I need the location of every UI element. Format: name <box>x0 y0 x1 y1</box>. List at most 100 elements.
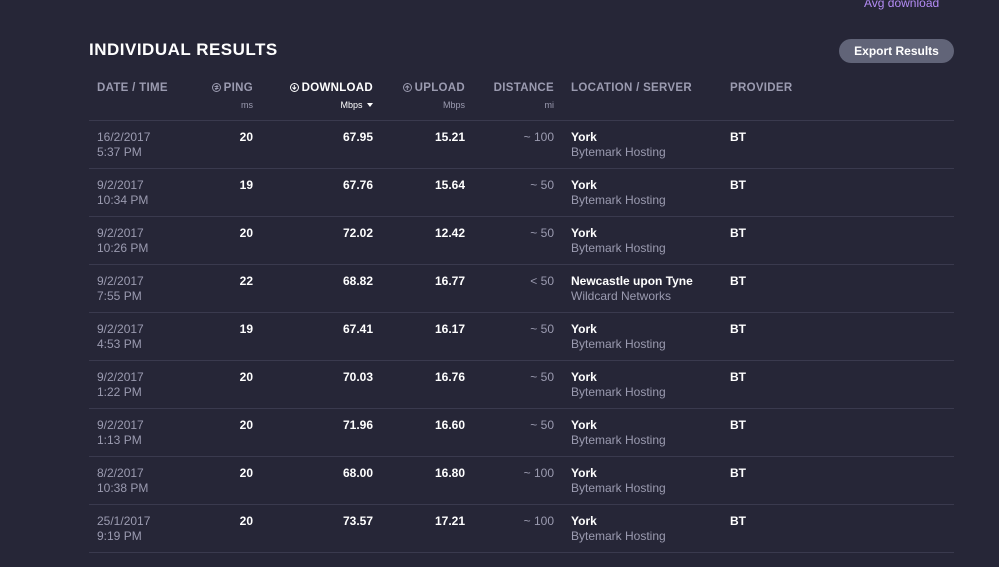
server-host: Bytemark Hosting <box>571 145 666 159</box>
results-table: DATE / TIME PING ms DOWNLOAD Mbps UPLOAD <box>89 78 954 553</box>
provider-value: BT <box>730 226 746 240</box>
header-download-label: DOWNLOAD <box>301 82 373 94</box>
date-text: 16/2/2017 <box>97 130 151 144</box>
download-value: 73.57 <box>342 514 373 528</box>
ping-value: 19 <box>239 178 253 192</box>
location-cell: York Bytemark Hosting <box>571 418 666 448</box>
header-distance-unit: mi <box>544 100 555 110</box>
time-text: 7:55 PM <box>97 289 142 303</box>
date-text: 9/2/2017 <box>97 370 144 384</box>
download-value: 67.76 <box>342 178 373 192</box>
header-download[interactable]: DOWNLOAD <box>289 82 373 94</box>
server-city: York <box>571 466 597 480</box>
sort-down-caret-icon[interactable] <box>367 103 373 107</box>
table-row[interactable]: 8/2/2017 10:38 PM 20 68.00 16.80 ~ 100 Y… <box>89 457 954 505</box>
results-page: Avg download INDIVIDUAL RESULTS Export R… <box>0 0 999 567</box>
distance-value: ~ 100 <box>523 514 554 528</box>
upload-value: 16.77 <box>434 274 465 288</box>
table-row[interactable]: 9/2/2017 4:53 PM 19 67.41 16.17 ~ 50 Yor… <box>89 313 954 361</box>
datetime-cell: 9/2/2017 7:55 PM <box>97 274 144 304</box>
server-host: Bytemark Hosting <box>571 385 666 399</box>
location-cell: Newcastle upon Tyne Wildcard Networks <box>571 274 693 304</box>
time-text: 10:34 PM <box>97 193 149 207</box>
server-city: Newcastle upon Tyne <box>571 274 693 288</box>
download-icon <box>289 83 299 92</box>
header-location[interactable]: LOCATION / SERVER <box>571 82 692 94</box>
header-provider[interactable]: PROVIDER <box>730 82 792 94</box>
server-host: Bytemark Hosting <box>571 193 666 207</box>
provider-value: BT <box>730 322 746 336</box>
server-host: Bytemark Hosting <box>571 529 666 543</box>
download-value: 72.02 <box>342 226 373 240</box>
upload-value: 15.21 <box>434 130 465 144</box>
ping-value: 20 <box>239 466 253 480</box>
header-ping-label: PING <box>223 82 253 94</box>
header-upload-label: UPLOAD <box>414 82 465 94</box>
provider-value: BT <box>730 274 746 288</box>
server-host: Bytemark Hosting <box>571 337 666 351</box>
time-text: 4:53 PM <box>97 337 142 351</box>
export-results-button[interactable]: Export Results <box>839 39 954 63</box>
table-row[interactable]: 9/2/2017 7:55 PM 22 68.82 16.77 < 50 New… <box>89 265 954 313</box>
download-value: 67.95 <box>342 130 373 144</box>
datetime-cell: 9/2/2017 10:34 PM <box>97 178 148 208</box>
location-cell: York Bytemark Hosting <box>571 130 666 160</box>
upload-value: 17.21 <box>434 514 465 528</box>
upload-value: 16.80 <box>434 466 465 480</box>
ping-value: 20 <box>239 418 253 432</box>
server-host: Bytemark Hosting <box>571 241 666 255</box>
distance-value: ~ 50 <box>530 178 554 192</box>
datetime-cell: 9/2/2017 1:22 PM <box>97 370 144 400</box>
table-row[interactable]: 9/2/2017 1:22 PM 20 70.03 16.76 ~ 50 Yor… <box>89 361 954 409</box>
table-row[interactable]: 25/1/2017 9:19 PM 20 73.57 17.21 ~ 100 Y… <box>89 505 954 553</box>
date-text: 9/2/2017 <box>97 274 144 288</box>
datetime-cell: 25/1/2017 9:19 PM <box>97 514 150 544</box>
location-cell: York Bytemark Hosting <box>571 178 666 208</box>
date-text: 8/2/2017 <box>97 466 144 480</box>
download-value: 68.00 <box>342 466 373 480</box>
date-text: 25/1/2017 <box>97 514 151 528</box>
datetime-cell: 9/2/2017 4:53 PM <box>97 322 144 352</box>
server-city: York <box>571 178 597 192</box>
header-upload-unit: Mbps <box>442 100 465 110</box>
table-row[interactable]: 9/2/2017 10:34 PM 19 67.76 15.64 ~ 50 Yo… <box>89 169 954 217</box>
server-city: York <box>571 226 597 240</box>
table-row[interactable]: 9/2/2017 10:26 PM 20 72.02 12.42 ~ 50 Yo… <box>89 217 954 265</box>
distance-value: ~ 50 <box>530 322 554 336</box>
server-host: Bytemark Hosting <box>571 481 666 495</box>
header-download-unit: Mbps <box>340 100 373 110</box>
date-text: 9/2/2017 <box>97 178 144 192</box>
server-city: York <box>571 418 597 432</box>
location-cell: York Bytemark Hosting <box>571 514 666 544</box>
datetime-cell: 16/2/2017 5:37 PM <box>97 130 150 160</box>
page-title: INDIVIDUAL RESULTS <box>89 40 278 59</box>
time-text: 1:22 PM <box>97 385 142 399</box>
header-upload[interactable]: UPLOAD <box>402 82 465 94</box>
ping-icon <box>211 83 221 92</box>
ping-value: 22 <box>239 274 253 288</box>
table-row[interactable]: 9/2/2017 1:13 PM 20 71.96 16.60 ~ 50 Yor… <box>89 409 954 457</box>
download-value: 71.96 <box>342 418 373 432</box>
location-cell: York Bytemark Hosting <box>571 466 666 496</box>
time-text: 5:37 PM <box>97 145 142 159</box>
download-value: 68.82 <box>342 274 373 288</box>
server-city: York <box>571 322 597 336</box>
distance-value: < 50 <box>530 274 554 288</box>
server-host: Bytemark Hosting <box>571 433 666 447</box>
time-text: 1:13 PM <box>97 433 142 447</box>
provider-value: BT <box>730 514 746 528</box>
header-datetime[interactable]: DATE / TIME <box>97 82 168 94</box>
datetime-cell: 9/2/2017 1:13 PM <box>97 418 144 448</box>
date-text: 9/2/2017 <box>97 418 144 432</box>
datetime-cell: 8/2/2017 10:38 PM <box>97 466 148 496</box>
header-distance[interactable]: DISTANCE <box>494 82 554 94</box>
upload-value: 16.17 <box>434 322 465 336</box>
location-cell: York Bytemark Hosting <box>571 370 666 400</box>
location-cell: York Bytemark Hosting <box>571 226 666 256</box>
avg-download-link[interactable]: Avg download <box>864 0 939 10</box>
header-ping[interactable]: PING <box>211 82 253 94</box>
upload-value: 16.76 <box>434 370 465 384</box>
time-text: 10:26 PM <box>97 241 149 255</box>
ping-value: 19 <box>239 322 253 336</box>
table-row[interactable]: 16/2/2017 5:37 PM 20 67.95 15.21 ~ 100 Y… <box>89 121 954 169</box>
